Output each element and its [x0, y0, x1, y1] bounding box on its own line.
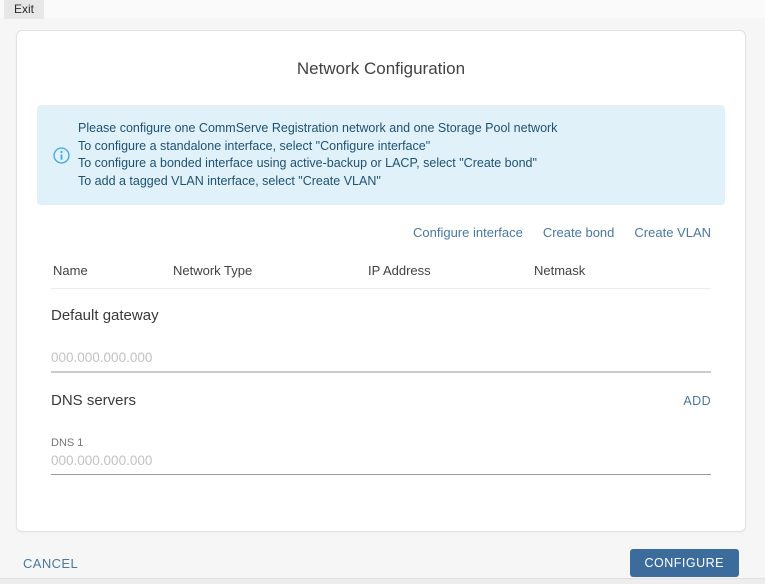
configure-interface-link[interactable]: Configure interface	[413, 226, 523, 240]
create-vlan-link[interactable]: Create VLAN	[634, 226, 711, 240]
network-form: Configure interface Create bond Create V…	[51, 226, 711, 475]
add-dns-button[interactable]: ADD	[683, 394, 711, 408]
network-table-header: Name Network Type IP Address Netmask	[51, 263, 711, 279]
exit-button[interactable]: Exit	[4, 0, 44, 19]
column-header-ip-address: IP Address	[368, 263, 534, 279]
create-bond-link[interactable]: Create bond	[543, 226, 615, 240]
default-gateway-label: Default gateway	[51, 308, 711, 324]
top-bar: Exit	[0, 0, 765, 18]
configure-button[interactable]: CONFIGURE	[630, 549, 740, 577]
window-edge	[0, 578, 765, 584]
info-line-2: To configure a standalone interface, sel…	[78, 138, 557, 156]
dns1-input[interactable]	[51, 453, 711, 475]
network-configuration-dialog: Network Configuration Please configure o…	[16, 30, 746, 532]
info-line-1: Please configure one CommServe Registrat…	[78, 120, 557, 138]
dialog-title: Network Configuration	[17, 59, 745, 79]
info-line-3: To configure a bonded interface using ac…	[78, 155, 557, 173]
table-divider	[51, 288, 711, 289]
dialog-footer: CANCEL CONFIGURE	[0, 549, 765, 577]
info-text: Please configure one CommServe Registrat…	[78, 120, 557, 190]
info-line-4: To add a tagged VLAN interface, select "…	[78, 173, 557, 191]
cancel-button[interactable]: CANCEL	[23, 556, 78, 571]
default-gateway-input[interactable]	[51, 350, 711, 373]
column-header-netmask: Netmask	[534, 263, 711, 279]
dns-servers-row: DNS servers ADD	[51, 393, 711, 409]
column-header-network-type: Network Type	[173, 263, 368, 279]
info-banner: Please configure one CommServe Registrat…	[37, 105, 725, 205]
dns1-label: DNS 1	[51, 437, 711, 449]
interface-actions: Configure interface Create bond Create V…	[51, 226, 711, 240]
column-header-name: Name	[53, 263, 173, 279]
dns-servers-label: DNS servers	[51, 393, 136, 409]
info-icon	[53, 147, 70, 164]
